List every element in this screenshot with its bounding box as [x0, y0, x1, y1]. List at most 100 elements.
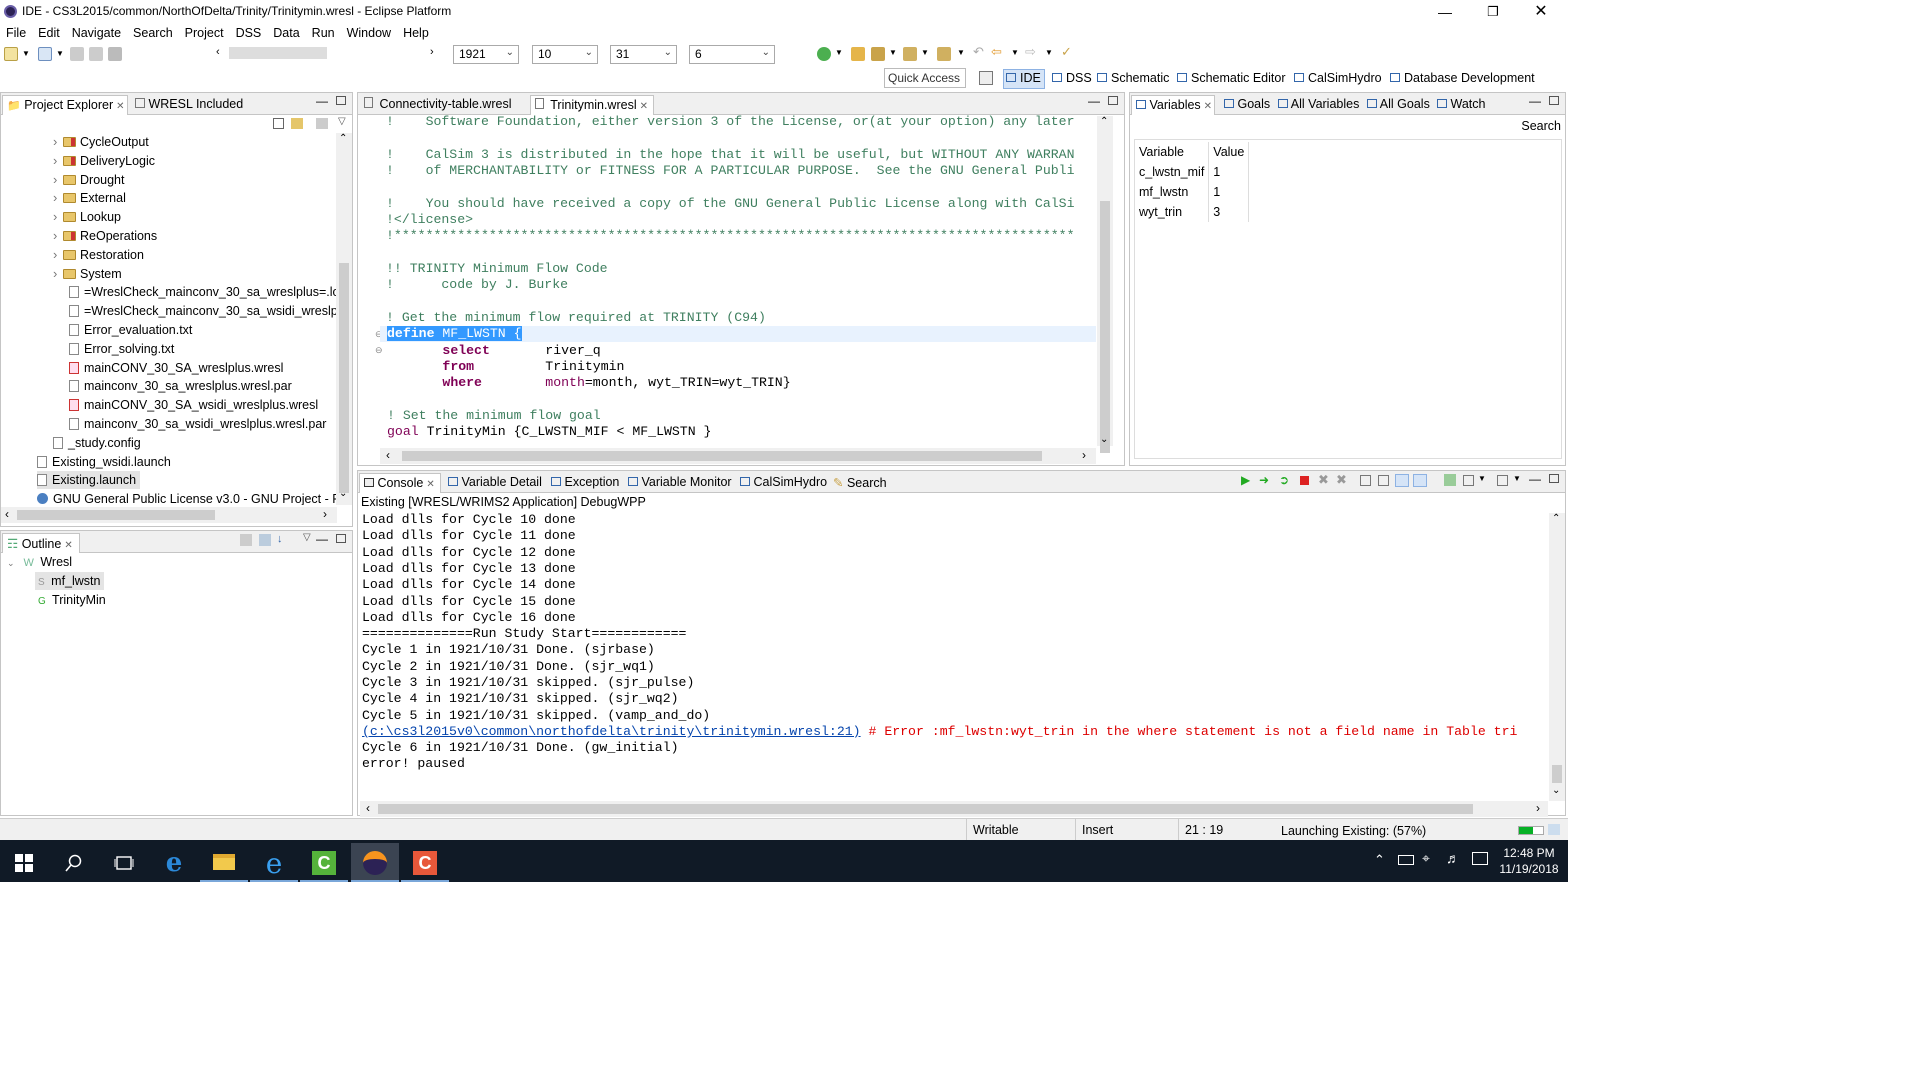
scroll-left-icon[interactable]: ‹: [366, 801, 370, 815]
code-line[interactable]: ! code by J. Burke: [386, 277, 568, 293]
editor-vscroll[interactable]: ⌃ ⌄: [1097, 116, 1113, 453]
quick-access-input[interactable]: Quick Access: [884, 68, 966, 88]
scroll-left-icon[interactable]: ‹: [386, 448, 390, 462]
tree-item[interactable]: mainCONV_30_SA_wsidi_wreslplus.wresl: [69, 396, 318, 414]
tree-item[interactable]: › DeliveryLogic: [53, 152, 155, 170]
chevron-right-icon[interactable]: ›: [53, 265, 63, 283]
display-console-icon[interactable]: [1463, 475, 1474, 486]
code-line[interactable]: ! You should have received a copy of the…: [386, 196, 1075, 212]
wifi-icon[interactable]: ⌖: [1422, 850, 1430, 867]
show-on-error-icon[interactable]: [1413, 474, 1427, 487]
variables-search-button[interactable]: Search: [1521, 119, 1561, 133]
tree-item[interactable]: Error_evaluation.txt: [69, 321, 192, 339]
close-button[interactable]: ✕: [1518, 0, 1564, 24]
view-menu-icon[interactable]: ▽: [338, 116, 346, 127]
code-line-from[interactable]: from Trinitymin: [387, 359, 624, 375]
console-hscroll[interactable]: ‹ ›: [360, 801, 1548, 817]
back-icon[interactable]: ⇦: [991, 44, 1002, 60]
year-combo[interactable]: 1921 ⌄: [453, 45, 519, 64]
table-row[interactable]: c_lwstn_mif 1: [1135, 162, 1250, 182]
menu-run[interactable]: Run: [306, 24, 341, 40]
col-variable-header[interactable]: Variable: [1135, 142, 1210, 162]
new-project-icon[interactable]: [38, 47, 52, 61]
chevron-right-icon[interactable]: ›: [53, 227, 63, 245]
code-line[interactable]: !! TRINITY Minimum Flow Code: [386, 261, 608, 277]
chevron-right-icon[interactable]: ›: [53, 246, 63, 264]
remove-launch-icon[interactable]: ✖: [1318, 472, 1329, 488]
tab-search[interactable]: ✎ Search: [829, 473, 891, 493]
tree-item[interactable]: Existing.launch: [37, 471, 141, 490]
link-icon[interactable]: [259, 534, 271, 546]
chevron-down-icon[interactable]: ▼: [1513, 474, 1521, 483]
editor-hscroll[interactable]: ‹ ›: [380, 448, 1096, 464]
outline-item-mf-lwstn[interactable]: S mf_lwstn: [35, 572, 105, 590]
maximize-view-icon[interactable]: [336, 96, 346, 105]
taskbar-camrec[interactable]: C: [401, 843, 449, 882]
month-combo[interactable]: 10 ⌄: [532, 45, 598, 64]
outline-root[interactable]: ⌄ W Wresl: [7, 553, 72, 571]
menu-project[interactable]: Project: [179, 24, 230, 40]
pin-console-icon[interactable]: [1444, 474, 1456, 486]
tree-item[interactable]: › Lookup: [53, 208, 121, 226]
menu-data[interactable]: Data: [267, 24, 305, 40]
code-line-define[interactable]: define MF_LWSTN {: [387, 326, 522, 342]
step-icon[interactable]: ➜: [1259, 473, 1269, 487]
taskbar-eclipse[interactable]: [351, 843, 399, 882]
filter-icon[interactable]: [316, 118, 328, 129]
menu-navigate[interactable]: Navigate: [66, 24, 127, 40]
terminate-icon[interactable]: [1300, 476, 1309, 485]
tab-calsimhydro[interactable]: CalSimHydro: [736, 473, 831, 493]
close-icon[interactable]: ✕: [64, 540, 72, 551]
chevron-down-icon[interactable]: ▼: [889, 48, 897, 57]
perspective-schematic-editor[interactable]: Schematic Editor: [1177, 71, 1285, 85]
prev-annotation-icon[interactable]: [937, 47, 951, 61]
scroll-up-icon[interactable]: ⌃: [1100, 116, 1108, 127]
scroll-right-icon[interactable]: ›: [430, 46, 434, 58]
sort-icon[interactable]: ↓: [277, 533, 283, 545]
next-annotation-icon[interactable]: [903, 47, 917, 61]
volume-icon[interactable]: ♬: [1446, 850, 1460, 866]
view-menu-icon[interactable]: ▽: [303, 532, 311, 543]
tree-item[interactable]: Error_solving.txt: [69, 340, 174, 358]
minimize-view-icon[interactable]: —: [316, 532, 328, 546]
chevron-right-icon[interactable]: ›: [53, 152, 63, 170]
chevron-right-icon[interactable]: ›: [53, 133, 63, 151]
error-location-link[interactable]: (c:\cs3l2015v0\common\northofdelta\trini…: [362, 724, 861, 739]
print-icon[interactable]: [108, 47, 122, 61]
tab-variable-monitor[interactable]: Variable Monitor: [624, 473, 736, 493]
battery-icon[interactable]: [1398, 855, 1414, 865]
maximize-view-icon[interactable]: [336, 534, 346, 543]
chevron-down-icon[interactable]: ▼: [1478, 474, 1486, 483]
console-vscroll[interactable]: ⌃ ⌄: [1549, 513, 1565, 801]
scroll-thumb[interactable]: [378, 804, 1473, 814]
tab-all-goals[interactable]: All Goals: [1363, 95, 1434, 115]
tab-all-variables[interactable]: All Variables: [1274, 95, 1363, 115]
tree-item[interactable]: Existing_wsidi.launch: [37, 453, 171, 471]
fold-icon[interactable]: ⊖: [375, 345, 383, 356]
scroll-left-icon[interactable]: ‹: [5, 507, 9, 521]
open-console-icon[interactable]: [1497, 475, 1508, 486]
taskbar-edge[interactable]: e: [150, 843, 198, 882]
tree-item[interactable]: › Drought: [53, 171, 124, 189]
close-icon[interactable]: ✕: [426, 479, 434, 490]
close-icon[interactable]: ✕: [116, 101, 124, 112]
taskbar-camtasia[interactable]: C: [300, 843, 348, 882]
tree-item[interactable]: › System: [53, 265, 122, 283]
tree-item[interactable]: =WreslCheck_mainconv_30_sa_wsidi_wreslpl…: [69, 302, 337, 320]
tab-project-explorer[interactable]: 📁 Project Explorer ✕: [2, 95, 128, 115]
outline-item-trinitymin[interactable]: G TrinityMin: [35, 591, 106, 609]
scroll-up-icon[interactable]: ⌃: [1552, 513, 1560, 524]
tab-variables[interactable]: Variables ✕: [1131, 95, 1215, 115]
scroll-down-icon[interactable]: ⌄: [1552, 785, 1560, 796]
link-editor-icon[interactable]: [291, 118, 303, 129]
maximize-button[interactable]: ❐: [1470, 0, 1516, 24]
chevron-right-icon[interactable]: ›: [53, 189, 63, 207]
maximize-view-icon[interactable]: [1108, 96, 1118, 105]
hide-fields-icon[interactable]: [240, 534, 252, 546]
show-on-output-icon[interactable]: [1395, 474, 1409, 487]
perspective-database-development[interactable]: Database Development: [1390, 71, 1535, 85]
table-row[interactable]: mf_lwstn 1: [1135, 182, 1250, 202]
scroll-down-icon[interactable]: ⌄: [339, 488, 347, 499]
cycle-combo[interactable]: 6 ⌄: [689, 45, 775, 64]
code-line[interactable]: ! Software Foundation, either version 3 …: [386, 114, 1075, 130]
